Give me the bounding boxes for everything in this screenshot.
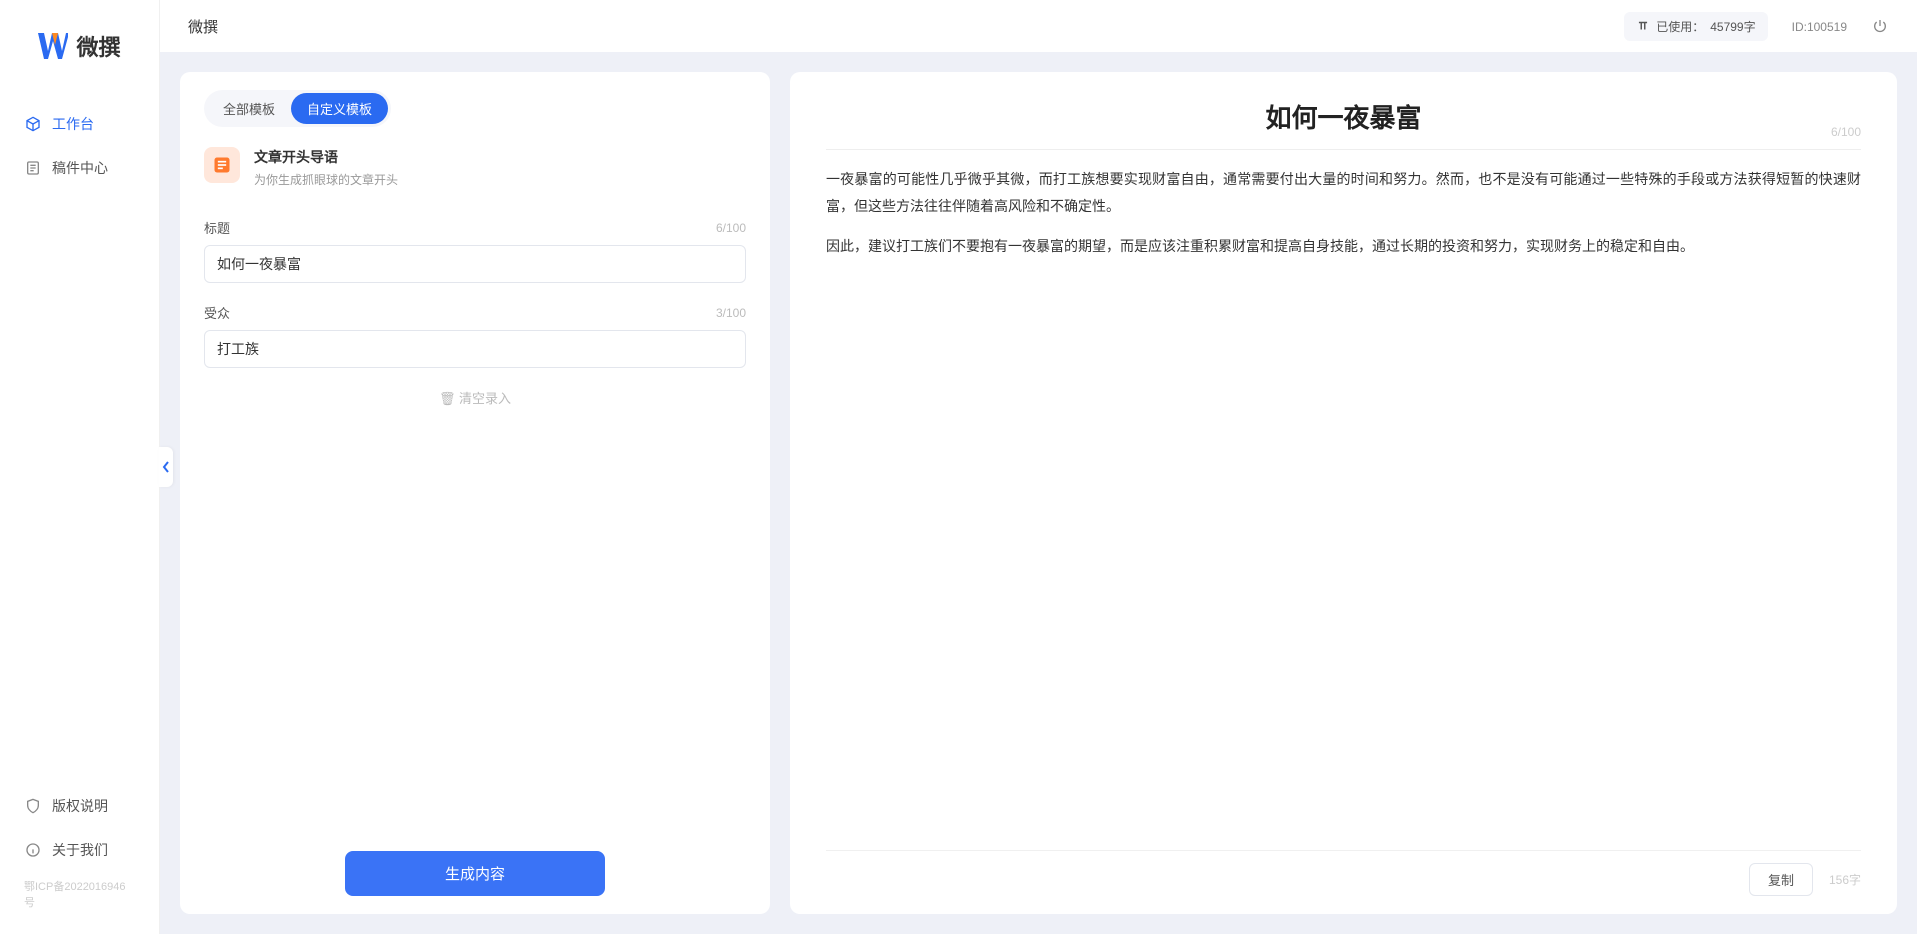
tab-custom-templates[interactable]: 自定义模板 xyxy=(291,93,388,124)
usage-value: 45799字 xyxy=(1710,18,1755,35)
template-icon xyxy=(204,147,240,183)
audience-input[interactable] xyxy=(204,330,746,368)
copy-button[interactable]: 复制 xyxy=(1749,863,1813,896)
doc-icon xyxy=(24,159,42,177)
doc-body: 一夜暴富的可能性几乎微乎其微，而打工族想要实现财富自由，通常需要付出大量的时间和… xyxy=(826,166,1861,850)
user-id: ID:100519 xyxy=(1792,18,1847,34)
sidebar-item-drafts[interactable]: 稿件中心 xyxy=(0,146,159,190)
form-panel: 全部模板 自定义模板 文章开 xyxy=(180,72,770,914)
brand-mark-icon xyxy=(38,33,68,59)
title-input[interactable] xyxy=(204,245,746,283)
sidebar-item-label: 工作台 xyxy=(52,114,94,134)
topbar-right: 已使用： 45799字 ID:100519 xyxy=(1624,12,1889,41)
sidebar-item-label: 关于我们 xyxy=(52,840,108,860)
sidebar-collapse-toggle[interactable] xyxy=(159,447,173,487)
page-title: 微撰 xyxy=(188,16,218,37)
sidebar-nav: 工作台 稿件中心 xyxy=(0,102,159,784)
main: 微撰 已使用： 45799字 ID:100519 xyxy=(160,0,1917,934)
generate-button[interactable]: 生成内容 xyxy=(345,851,605,896)
sidebar-item-about[interactable]: 关于我们 xyxy=(0,828,159,872)
sidebar: 微撰 工作台 稿件中心 xyxy=(0,0,160,934)
field-title-label: 标题 xyxy=(204,218,230,237)
text-icon xyxy=(1636,19,1650,33)
sidebar-item-label: 版权说明 xyxy=(52,796,108,816)
template-title: 文章开头导语 xyxy=(254,147,398,167)
output-panel: 如何一夜暴富 6/100 一夜暴富的可能性几乎微乎其微，而打工族想要实现财富自由… xyxy=(790,72,1897,914)
chevron-left-icon xyxy=(162,461,170,473)
topbar: 微撰 已使用： 45799字 ID:100519 xyxy=(160,0,1917,52)
doc-footer: 复制 156字 xyxy=(826,850,1861,896)
clear-inputs-button[interactable]: 🗑 清空录入 xyxy=(204,388,746,407)
brand-logo: 微撰 xyxy=(0,30,159,102)
template-subtitle: 为你生成抓眼球的文章开头 xyxy=(254,171,398,188)
tab-all-templates[interactable]: 全部模板 xyxy=(207,93,291,124)
doc-title-count: 6/100 xyxy=(1831,125,1861,139)
brand-text: 微撰 xyxy=(76,30,120,62)
sidebar-item-label: 稿件中心 xyxy=(52,158,108,178)
field-audience-label: 受众 xyxy=(204,303,230,322)
field-title: 标题 6/100 xyxy=(204,218,746,283)
field-title-count: 6/100 xyxy=(716,221,746,235)
cube-icon xyxy=(24,115,42,133)
shield-icon xyxy=(24,797,42,815)
template-tabs: 全部模板 自定义模板 xyxy=(204,90,391,127)
word-count: 156字 xyxy=(1829,871,1861,888)
usage-prefix: 已使用： xyxy=(1656,18,1704,35)
info-icon xyxy=(24,841,42,859)
sidebar-item-copyright[interactable]: 版权说明 xyxy=(0,784,159,828)
doc-title: 如何一夜暴富 xyxy=(1265,98,1421,135)
power-button[interactable] xyxy=(1871,17,1889,35)
doc-title-row: 如何一夜暴富 6/100 xyxy=(826,98,1861,150)
icp-text: 鄂ICP备2022016946号 xyxy=(0,872,159,916)
template-header: 文章开头导语 为你生成抓眼球的文章开头 xyxy=(204,147,746,188)
id-prefix: ID: xyxy=(1792,20,1807,34)
field-audience: 受众 3/100 xyxy=(204,303,746,368)
id-value: 100519 xyxy=(1807,20,1847,34)
sidebar-footer: 版权说明 关于我们 鄂ICP备2022016946号 xyxy=(0,784,159,924)
power-icon xyxy=(1872,18,1888,34)
usage-chip[interactable]: 已使用： 45799字 xyxy=(1624,12,1767,41)
doc-paragraph: 因此，建议打工族们不要抱有一夜暴富的期望，而是应该注重积累财富和提高自身技能，通… xyxy=(826,233,1861,260)
content-area: 全部模板 自定义模板 文章开 xyxy=(160,52,1917,934)
sidebar-item-workspace[interactable]: 工作台 xyxy=(0,102,159,146)
doc-paragraph: 一夜暴富的可能性几乎微乎其微，而打工族想要实现财富自由，通常需要付出大量的时间和… xyxy=(826,166,1861,219)
field-audience-count: 3/100 xyxy=(716,306,746,320)
